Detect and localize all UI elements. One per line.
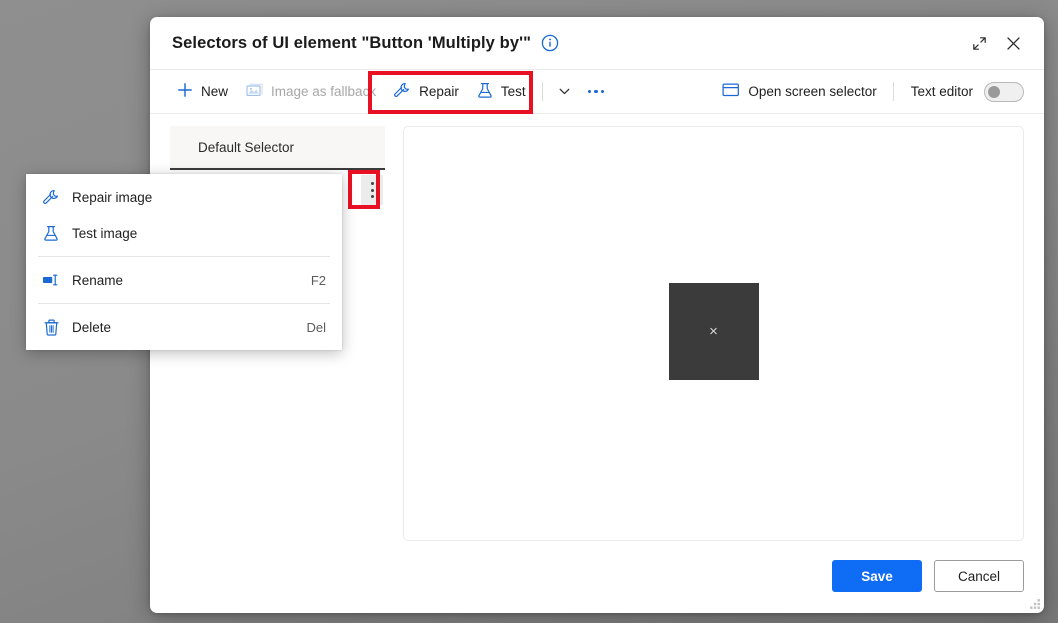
rename-icon	[40, 273, 62, 287]
toggle-knob	[988, 85, 1000, 98]
plus-icon	[177, 82, 193, 101]
context-menu-item-label: Test image	[72, 225, 138, 241]
image-icon	[246, 83, 263, 101]
selector-context-menu: Repair image Test image Rename F2 Delete…	[26, 174, 342, 350]
image-as-fallback-label: Image as fallback	[271, 84, 377, 99]
flask-icon	[477, 82, 493, 102]
context-menu-item-delete[interactable]: Delete Del	[26, 309, 342, 345]
dialog-toolbar: New Image as fallback Repair Test Open s…	[150, 69, 1044, 114]
wrench-icon	[394, 82, 411, 102]
dialog-footer: Save Cancel	[150, 541, 1044, 611]
new-button[interactable]: New	[168, 77, 237, 106]
kebab-dot	[370, 188, 374, 192]
wrench-icon	[40, 189, 62, 206]
kebab-dot	[370, 182, 374, 185]
tab-default-selector[interactable]: Default Selector	[170, 126, 385, 170]
preview-image-placeholder: ×	[668, 283, 759, 380]
more-options-icon[interactable]	[361, 175, 383, 205]
toolbar-divider	[541, 82, 543, 101]
context-menu-divider	[38, 256, 330, 257]
resize-grip[interactable]	[1027, 596, 1041, 610]
toolbar-divider	[892, 82, 894, 101]
context-menu-item-shortcut: Del	[306, 319, 326, 335]
close-icon[interactable]	[996, 26, 1030, 60]
new-label: New	[201, 84, 229, 99]
context-menu-divider	[38, 303, 330, 304]
test-button[interactable]: Test	[468, 77, 535, 107]
repair-label: Repair	[419, 84, 459, 99]
ellipsis-dot	[587, 89, 592, 94]
text-editor-label: Text editor	[910, 84, 973, 99]
context-menu-item-shortcut: F2	[310, 272, 326, 288]
context-menu-item-label: Rename	[72, 272, 124, 288]
open-screen-selector-button[interactable]: Open screen selector	[713, 77, 885, 106]
context-menu-item-repair-image[interactable]: Repair image	[26, 179, 342, 215]
flask-icon	[40, 225, 62, 242]
dialog-title-bar: Selectors of UI element "Button 'Multipl…	[150, 17, 1044, 69]
trash-icon	[40, 319, 62, 336]
info-circle-icon[interactable]	[541, 34, 559, 52]
page-title: Selectors of UI element "Button 'Multipl…	[172, 33, 532, 52]
expand-icon[interactable]	[962, 26, 996, 60]
context-menu-item-label: Delete	[72, 319, 112, 335]
context-menu-item-test-image[interactable]: Test image	[26, 215, 342, 251]
window-icon	[722, 82, 740, 101]
open-screen-selector-label: Open screen selector	[748, 84, 877, 99]
cancel-button[interactable]: Cancel	[934, 560, 1024, 592]
ellipsis-dot	[594, 89, 598, 94]
kebab-dot	[370, 195, 374, 198]
toggle-switch[interactable]	[984, 81, 1024, 102]
tab-default-selector-label: Default Selector	[198, 139, 295, 155]
text-editor-toggle[interactable]: Text editor	[901, 78, 1028, 106]
context-menu-item-label: Repair image	[72, 189, 153, 205]
selector-preview-pane: ×	[403, 126, 1024, 541]
save-button[interactable]: Save	[832, 560, 922, 592]
ellipsis-dot	[600, 89, 605, 94]
context-menu-item-rename[interactable]: Rename F2	[26, 262, 342, 298]
chevron-down-icon[interactable]	[550, 79, 579, 104]
repair-button[interactable]: Repair	[385, 77, 468, 107]
test-label: Test	[500, 84, 526, 99]
toolbar-overflow-button[interactable]	[579, 84, 614, 100]
image-as-fallback-button[interactable]: Image as fallback	[237, 78, 385, 106]
